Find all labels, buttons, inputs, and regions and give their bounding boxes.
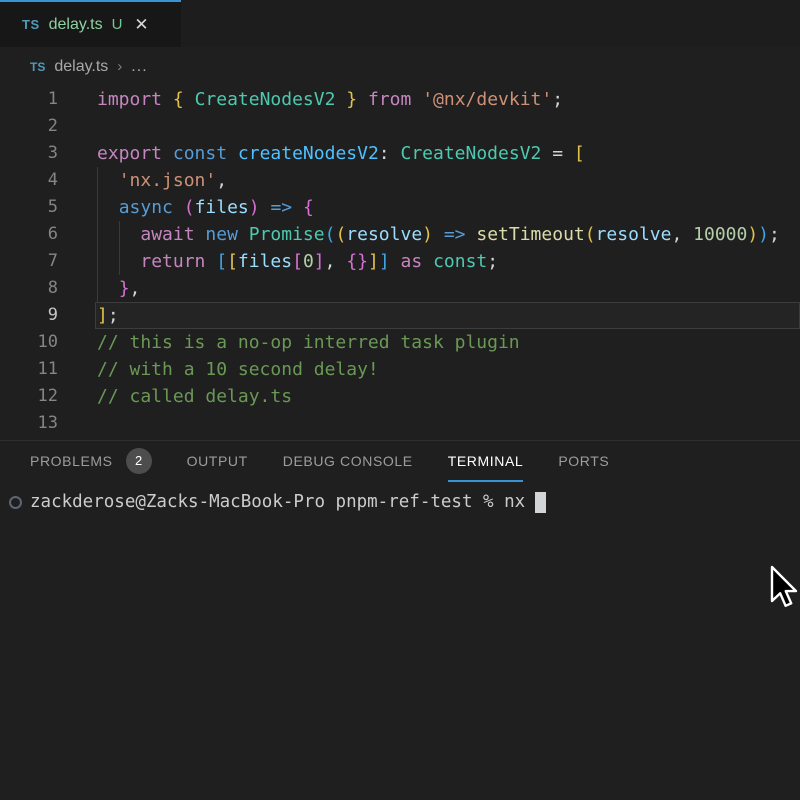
code-line[interactable]: 4 'nx.json', [0, 167, 800, 194]
indent-guide [119, 221, 120, 248]
panel-tab-ports[interactable]: PORTS [558, 441, 609, 482]
code-line[interactable]: 6 await new Promise((resolve) => setTime… [0, 221, 800, 248]
terminal-cursor [535, 492, 546, 513]
editor-tab-bar: TS delay.ts U ✕ [0, 0, 800, 47]
code-line-content[interactable] [95, 113, 800, 140]
code-line[interactable]: 2 [0, 113, 800, 140]
panel-tab-label: PROBLEMS [30, 453, 113, 469]
code-line[interactable]: 1import { CreateNodesV2 } from '@nx/devk… [0, 86, 800, 113]
code-line-content[interactable]: // called delay.ts [95, 383, 800, 410]
line-number: 3 [0, 140, 95, 167]
panel-tab-label: PORTS [558, 453, 609, 469]
code-line-content[interactable]: // with a 10 second delay! [95, 356, 800, 383]
panel-tab-problems[interactable]: PROBLEMS 2 [30, 441, 152, 482]
indent-guide [97, 167, 98, 194]
code-line[interactable]: 7 return [[files[0], {}]] as const; [0, 248, 800, 275]
line-number: 6 [0, 221, 95, 248]
code-editor[interactable]: 1import { CreateNodesV2 } from '@nx/devk… [0, 86, 800, 440]
panel-tab-label: OUTPUT [187, 453, 248, 469]
code-line[interactable]: 9]; [0, 302, 800, 329]
breadcrumb[interactable]: TS delay.ts › ... [0, 47, 800, 86]
line-number: 4 [0, 167, 95, 194]
panel-tab-bar: PROBLEMS 2 OUTPUT DEBUG CONSOLE TERMINAL PORT… [0, 441, 800, 482]
typescript-file-icon: TS [30, 60, 45, 74]
terminal-prompt-row[interactable]: zackderose@Zacks-MacBook-Pro pnpm-ref-te… [0, 489, 800, 515]
code-line[interactable]: 10// this is a no-op interred task plugi… [0, 329, 800, 356]
breadcrumb-file[interactable]: delay.ts [54, 58, 108, 76]
code-line-content[interactable]: async (files) => { [95, 194, 800, 221]
code-line[interactable]: 3export const createNodesV2: CreateNodes… [0, 140, 800, 167]
line-number: 5 [0, 194, 95, 221]
line-number: 2 [0, 113, 95, 140]
indent-guide [119, 248, 120, 275]
code-line-content[interactable]: export const createNodesV2: CreateNodesV… [95, 140, 800, 167]
tab-delay-ts[interactable]: TS delay.ts U ✕ [0, 0, 181, 47]
command-decoration-icon [9, 496, 22, 509]
git-status-badge: U [112, 16, 123, 33]
breadcrumb-symbol-ellipsis[interactable]: ... [131, 58, 147, 76]
bottom-panel: PROBLEMS 2 OUTPUT DEBUG CONSOLE TERMINAL PORT… [0, 440, 800, 800]
indent-guide [97, 275, 98, 302]
problems-count-badge: 2 [126, 448, 152, 474]
close-icon[interactable]: ✕ [134, 15, 148, 35]
code-line-content[interactable]: 'nx.json', [95, 167, 800, 194]
code-line-content[interactable]: }, [95, 275, 800, 302]
terminal[interactable]: zackderose@Zacks-MacBook-Pro pnpm-ref-te… [0, 482, 800, 515]
code-line-content[interactable]: await new Promise((resolve) => setTimeou… [95, 221, 800, 248]
code-line[interactable]: 5 async (files) => { [0, 194, 800, 221]
code-line-content[interactable] [95, 410, 800, 437]
line-number: 11 [0, 356, 95, 383]
line-number: 7 [0, 248, 95, 275]
panel-tab-output[interactable]: OUTPUT [187, 441, 248, 482]
line-number: 10 [0, 329, 95, 356]
line-number: 13 [0, 410, 95, 437]
code-line-content[interactable]: ]; [95, 302, 800, 329]
code-line[interactable]: 11// with a 10 second delay! [0, 356, 800, 383]
chevron-right-icon: › [117, 58, 122, 75]
tab-filename: delay.ts [49, 16, 103, 34]
line-number: 9 [0, 302, 95, 329]
panel-tab-label: DEBUG CONSOLE [283, 453, 413, 469]
code-line[interactable]: 8 }, [0, 275, 800, 302]
indent-guide [97, 194, 98, 221]
terminal-prompt: zackderose@Zacks-MacBook-Pro pnpm-ref-te… [30, 492, 525, 512]
panel-tab-label: TERMINAL [448, 453, 524, 469]
code-line[interactable]: 12// called delay.ts [0, 383, 800, 410]
code-line-content[interactable]: // this is a no-op interred task plugin [95, 329, 800, 356]
indent-guide [97, 248, 98, 275]
panel-tab-terminal[interactable]: TERMINAL [448, 441, 524, 482]
line-number: 12 [0, 383, 95, 410]
typescript-file-icon: TS [22, 17, 40, 32]
line-number: 1 [0, 86, 95, 113]
panel-tab-debug-console[interactable]: DEBUG CONSOLE [283, 441, 413, 482]
code-line[interactable]: 13 [0, 410, 800, 437]
line-number: 8 [0, 275, 95, 302]
code-line-content[interactable]: return [[files[0], {}]] as const; [95, 248, 800, 275]
indent-guide [97, 221, 98, 248]
code-line-content[interactable]: import { CreateNodesV2 } from '@nx/devki… [95, 86, 800, 113]
